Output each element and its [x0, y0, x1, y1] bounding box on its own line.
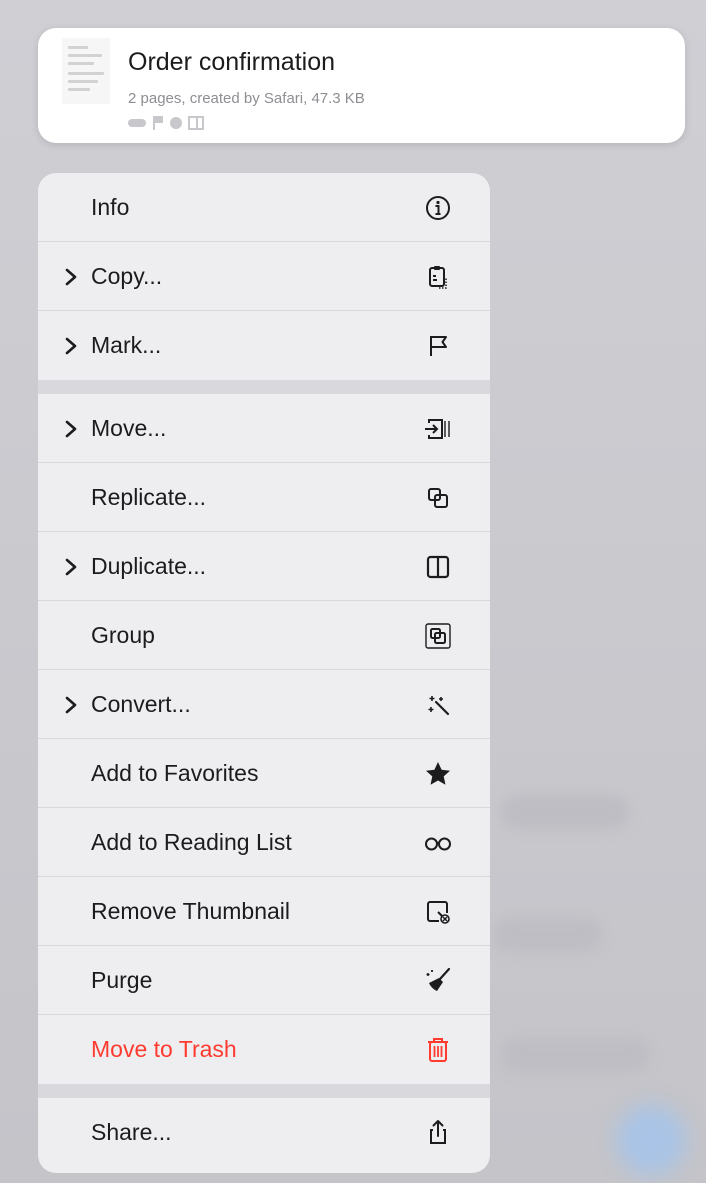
- menu-item-group[interactable]: Group: [38, 601, 490, 670]
- columns-icon: [188, 116, 204, 130]
- document-thumbnail: [62, 38, 110, 104]
- chevron-right-icon: [65, 558, 77, 575]
- menu-item-label: Replicate...: [91, 484, 207, 510]
- menu-item-label: Move to Trash: [91, 1036, 237, 1062]
- menu-item-label: Group: [91, 622, 155, 648]
- menu-item-mark[interactable]: Mark...: [38, 311, 490, 380]
- info-circle-icon: [426, 195, 450, 220]
- broom-icon: [426, 967, 451, 991]
- trash-icon: [428, 1037, 448, 1062]
- menu-item-move[interactable]: Move...: [38, 394, 490, 463]
- blurred-content: [500, 1038, 650, 1072]
- menu-item-info[interactable]: Info: [38, 173, 490, 242]
- share-icon: [430, 1119, 446, 1144]
- menu-item-convert[interactable]: Convert...: [38, 670, 490, 739]
- dot-icon: [170, 117, 182, 129]
- menu-item-replicate[interactable]: Replicate...: [38, 463, 490, 532]
- chevron-right-icon: [65, 268, 77, 285]
- document-preview-card[interactable]: Order confirmation 2 pages, created by S…: [38, 28, 685, 143]
- menu-item-add-to-reading-list[interactable]: Add to Reading List: [38, 808, 490, 877]
- move-into-icon: [425, 418, 450, 439]
- menu-item-share[interactable]: Share...: [38, 1098, 490, 1167]
- menu-item-copy[interactable]: Copy...: [38, 242, 490, 311]
- clipboard-icon: [429, 265, 447, 289]
- flag-icon: [152, 116, 164, 130]
- menu-item-label: Remove Thumbnail: [91, 898, 291, 924]
- remove-thumbnail-icon: [427, 900, 450, 924]
- star-icon: [426, 761, 450, 785]
- document-title: Order confirmation: [128, 48, 336, 76]
- menu-item-duplicate[interactable]: Duplicate...: [38, 532, 490, 601]
- chevron-right-icon: [65, 696, 77, 713]
- group-icon: [425, 622, 451, 649]
- menu-item-label: Convert...: [91, 691, 191, 717]
- document-tags: [128, 116, 204, 130]
- menu-item-label: Add to Reading List: [91, 829, 292, 855]
- context-menu: Info Copy... Mark... Move... Replicate..…: [38, 173, 490, 1173]
- menu-separator: [38, 1084, 490, 1098]
- document-subtitle: 2 pages, created by Safari, 47.3 KB: [128, 90, 365, 107]
- split-square-icon: [426, 555, 450, 578]
- menu-item-label: Mark...: [91, 332, 162, 358]
- menu-item-label: Copy...: [91, 263, 163, 289]
- flag-icon: [430, 335, 447, 356]
- menu-item-label: Purge: [91, 967, 153, 993]
- menu-item-purge[interactable]: Purge: [38, 946, 490, 1015]
- replicate-icon: [428, 487, 448, 508]
- chevron-right-icon: [65, 420, 77, 437]
- blurred-button: [616, 1105, 686, 1175]
- menu-item-label: Info: [91, 194, 130, 220]
- chevron-right-icon: [65, 337, 77, 354]
- glasses-icon: [425, 837, 451, 850]
- menu-item-add-to-favorites[interactable]: Add to Favorites: [38, 739, 490, 808]
- magic-wand-icon: [428, 695, 450, 715]
- menu-separator: [38, 380, 490, 394]
- menu-item-move-to-trash[interactable]: Move to Trash: [38, 1015, 490, 1084]
- blurred-content: [492, 918, 602, 952]
- tag-pill: [128, 119, 146, 127]
- menu-item-remove-thumbnail[interactable]: Remove Thumbnail: [38, 877, 490, 946]
- menu-item-label: Move...: [91, 415, 167, 441]
- menu-item-label: Add to Favorites: [91, 760, 259, 786]
- menu-item-label: Duplicate...: [91, 553, 207, 579]
- blurred-content: [500, 795, 630, 829]
- menu-item-label: Share...: [91, 1119, 172, 1145]
